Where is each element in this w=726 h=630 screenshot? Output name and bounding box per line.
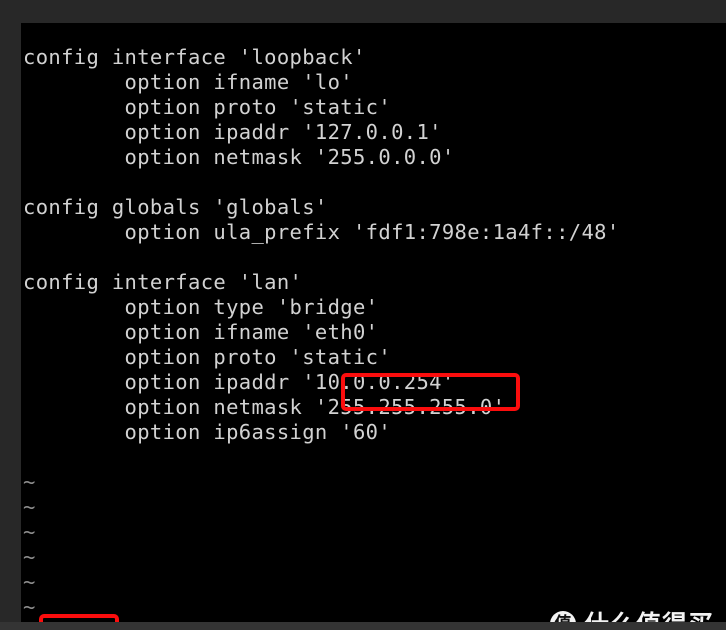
watermark: 值 什么值得买 (549, 611, 714, 623)
vim-filler-lines: ~ ~ ~ ~ ~ ~ (23, 470, 36, 619)
watermark-logo-icon: 值 (549, 611, 576, 622)
uci-network-config-text: config interface 'loopback' option ifnam… (23, 45, 620, 444)
watermark-text: 什么值得买 (584, 612, 714, 623)
terminal-surface[interactable]: config interface 'loopback' option ifnam… (21, 23, 726, 622)
screenshot-root: config interface 'loopback' option ifnam… (0, 0, 726, 630)
window-bottom-chrome (0, 622, 726, 630)
